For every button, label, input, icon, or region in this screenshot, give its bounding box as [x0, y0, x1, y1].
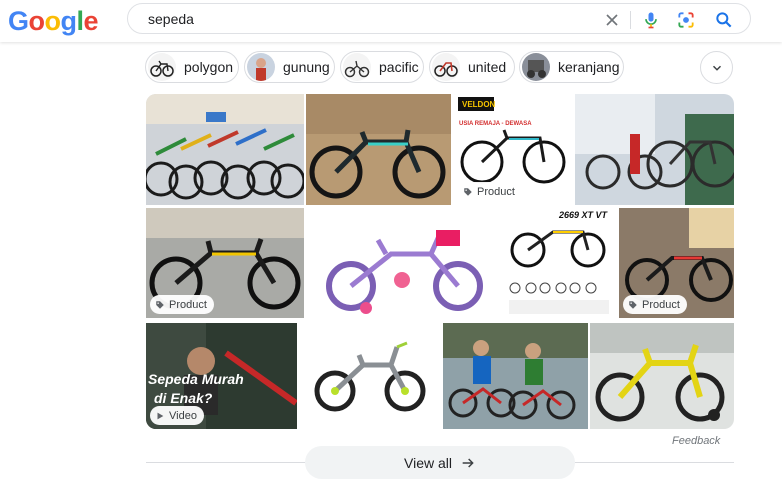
product-model-label: 2669 XT VT: [558, 210, 609, 220]
google-logo[interactable]: Google: [8, 6, 99, 37]
tag-icon: [156, 300, 164, 309]
microphone-icon[interactable]: [641, 10, 661, 30]
video-title-line2: di Enak?: [154, 390, 213, 406]
product-badge: Product: [150, 295, 214, 314]
close-icon[interactable]: [602, 10, 622, 30]
play-icon: [157, 412, 164, 419]
chip-thumbnail: [247, 53, 275, 81]
chip-thumbnail: [148, 53, 176, 81]
image-result[interactable]: [299, 323, 441, 429]
search-box[interactable]: sepeda: [127, 3, 751, 34]
image-result[interactable]: Product: [619, 208, 734, 318]
tag-icon: [629, 300, 637, 309]
camera-lens-icon[interactable]: [676, 10, 696, 30]
product-subtitle: USIA REMAJA - DEWASA: [459, 121, 532, 127]
product-badge: Product: [458, 182, 522, 201]
image-result[interactable]: [575, 94, 734, 205]
image-result[interactable]: Product: [146, 208, 304, 318]
image-result[interactable]: [306, 94, 451, 205]
chip-pacific[interactable]: pacific: [340, 51, 424, 83]
image-result[interactable]: VELDON USIA REMAJA - DEWASA Product: [454, 94, 573, 205]
arrow-right-icon: [462, 457, 474, 468]
chip-thumbnail: [432, 53, 460, 81]
image-result[interactable]: Sepeda Murah di Enak? Video: [146, 323, 297, 429]
search-input[interactable]: sepeda: [148, 11, 194, 27]
chip-keranjang[interactable]: keranjang: [519, 51, 624, 83]
feedback-link[interactable]: Feedback: [672, 435, 720, 447]
image-result[interactable]: 2669 XT VT: [503, 208, 617, 318]
view-all-button[interactable]: View all: [305, 446, 575, 479]
chip-thumbnail: [522, 53, 550, 81]
image-grid: VELDON USIA REMAJA - DEWASA Product Prod…: [146, 94, 734, 430]
chip-united[interactable]: united: [429, 51, 515, 83]
search-icon[interactable]: [714, 10, 734, 30]
tag-icon: [464, 187, 472, 196]
image-result[interactable]: [443, 323, 588, 429]
image-result[interactable]: [306, 208, 500, 318]
image-result[interactable]: [146, 94, 304, 205]
chip-polygon[interactable]: polygon: [145, 51, 239, 83]
top-bar: Google sepeda: [0, 0, 782, 42]
product-badge: Product: [623, 295, 687, 314]
video-badge: Video: [150, 406, 204, 425]
product-banner-text: VELDON: [462, 100, 496, 109]
image-result[interactable]: [590, 323, 734, 429]
chip-thumbnail: [343, 53, 371, 81]
view-all-label: View all: [404, 454, 452, 471]
chip-gunung[interactable]: gunung: [244, 51, 335, 83]
video-title-line1: Sepeda Murah: [148, 371, 244, 387]
search-divider: [630, 11, 631, 29]
chevron-down-icon[interactable]: [700, 51, 733, 84]
